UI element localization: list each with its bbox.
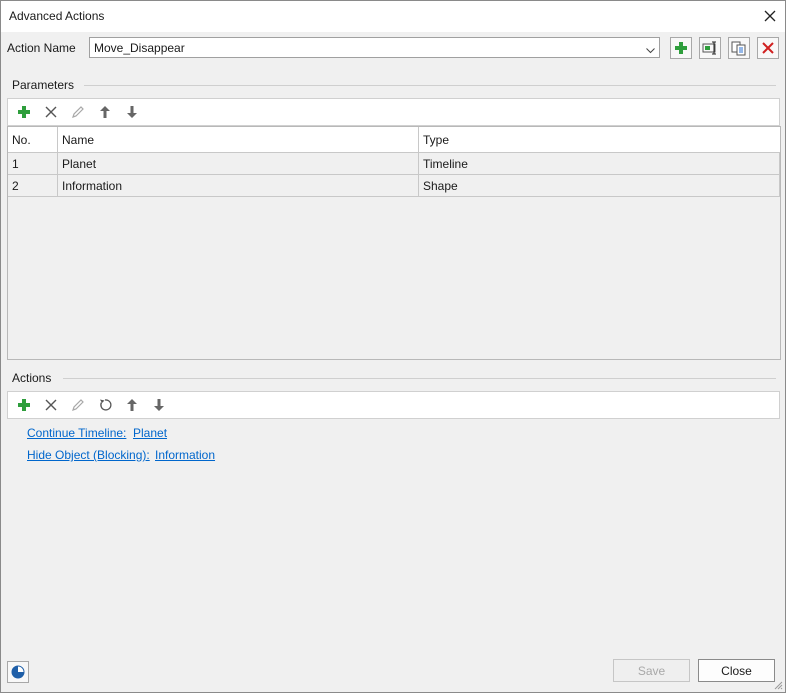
x-icon xyxy=(45,399,57,411)
rotate-icon xyxy=(100,399,112,411)
action-name-combobox[interactable]: Move_Disappear xyxy=(89,37,660,58)
close-window-icon[interactable] xyxy=(759,5,781,27)
add-parameter-button[interactable] xyxy=(15,103,33,121)
title-bar: Advanced Actions xyxy=(1,1,785,32)
column-header-type[interactable]: Type xyxy=(419,127,780,152)
parameters-table: No. Name Type 1 Planet Timeline 2 Inform… xyxy=(7,126,781,360)
parameters-divider xyxy=(84,85,776,86)
duplicate-action-button[interactable] xyxy=(728,37,750,59)
cell-type: Shape xyxy=(419,175,780,196)
move-parameter-up-button[interactable] xyxy=(96,103,114,121)
table-row[interactable]: 2 Information Shape xyxy=(8,175,780,197)
target-link-information[interactable]: Information xyxy=(155,448,215,462)
move-parameter-down-button[interactable] xyxy=(123,103,141,121)
actions-divider xyxy=(63,378,776,379)
edit-parameter-button[interactable] xyxy=(69,103,87,121)
cell-no: 1 xyxy=(8,153,58,174)
move-statement-down-button[interactable] xyxy=(150,396,168,414)
column-header-name[interactable]: Name xyxy=(58,127,419,152)
arrow-down-icon xyxy=(127,106,137,118)
pencil-icon xyxy=(72,106,84,118)
plus-icon xyxy=(18,399,30,411)
reset-statement-button[interactable] xyxy=(96,396,114,414)
action-link-continue-timeline[interactable]: Continue Timeline: xyxy=(27,426,126,440)
save-button[interactable]: Save xyxy=(613,659,690,682)
rename-icon xyxy=(702,41,716,55)
target-link-planet[interactable]: Planet xyxy=(133,426,167,440)
advanced-actions-dialog: Advanced Actions Action Name Move_Disapp… xyxy=(0,0,786,693)
delete-parameter-button[interactable] xyxy=(42,103,60,121)
arrow-up-icon xyxy=(127,399,137,411)
action-link-hide-object[interactable]: Hide Object (Blocking): xyxy=(27,448,150,462)
actions-section-title: Actions xyxy=(12,371,52,385)
plus-icon xyxy=(18,106,30,118)
delete-action-button[interactable] xyxy=(757,37,779,59)
pencil-icon xyxy=(72,399,84,411)
red-x-icon xyxy=(762,42,774,54)
cell-type: Timeline xyxy=(419,153,780,174)
rename-action-button[interactable] xyxy=(699,37,721,59)
table-row[interactable]: 1 Planet Timeline xyxy=(8,153,780,175)
cell-no: 2 xyxy=(8,175,58,196)
window-title: Advanced Actions xyxy=(9,9,105,23)
action-name-value: Move_Disappear xyxy=(94,41,185,55)
arrow-down-icon xyxy=(154,399,164,411)
close-button[interactable]: Close xyxy=(698,659,775,682)
edit-statement-button[interactable] xyxy=(69,396,87,414)
resize-grip-icon[interactable] xyxy=(773,680,783,690)
actions-toolbar xyxy=(7,391,780,419)
chevron-down-icon[interactable] xyxy=(646,43,655,57)
arrow-up-icon xyxy=(100,106,110,118)
parameters-section-title: Parameters xyxy=(12,78,75,92)
table-header: No. Name Type xyxy=(8,127,780,153)
add-statement-button[interactable] xyxy=(15,396,33,414)
column-header-no[interactable]: No. xyxy=(8,127,58,152)
add-action-button[interactable] xyxy=(670,37,692,59)
parameters-toolbar xyxy=(7,98,780,126)
action-name-label: Action Name xyxy=(7,41,76,55)
delete-statement-button[interactable] xyxy=(42,396,60,414)
move-statement-up-button[interactable] xyxy=(123,396,141,414)
copy-icon xyxy=(731,41,746,55)
statistics-button[interactable] xyxy=(7,661,29,683)
x-icon xyxy=(45,106,57,118)
pie-chart-icon xyxy=(11,665,25,679)
cell-name: Planet xyxy=(58,153,419,174)
plus-icon xyxy=(675,42,687,54)
cell-name: Information xyxy=(58,175,419,196)
